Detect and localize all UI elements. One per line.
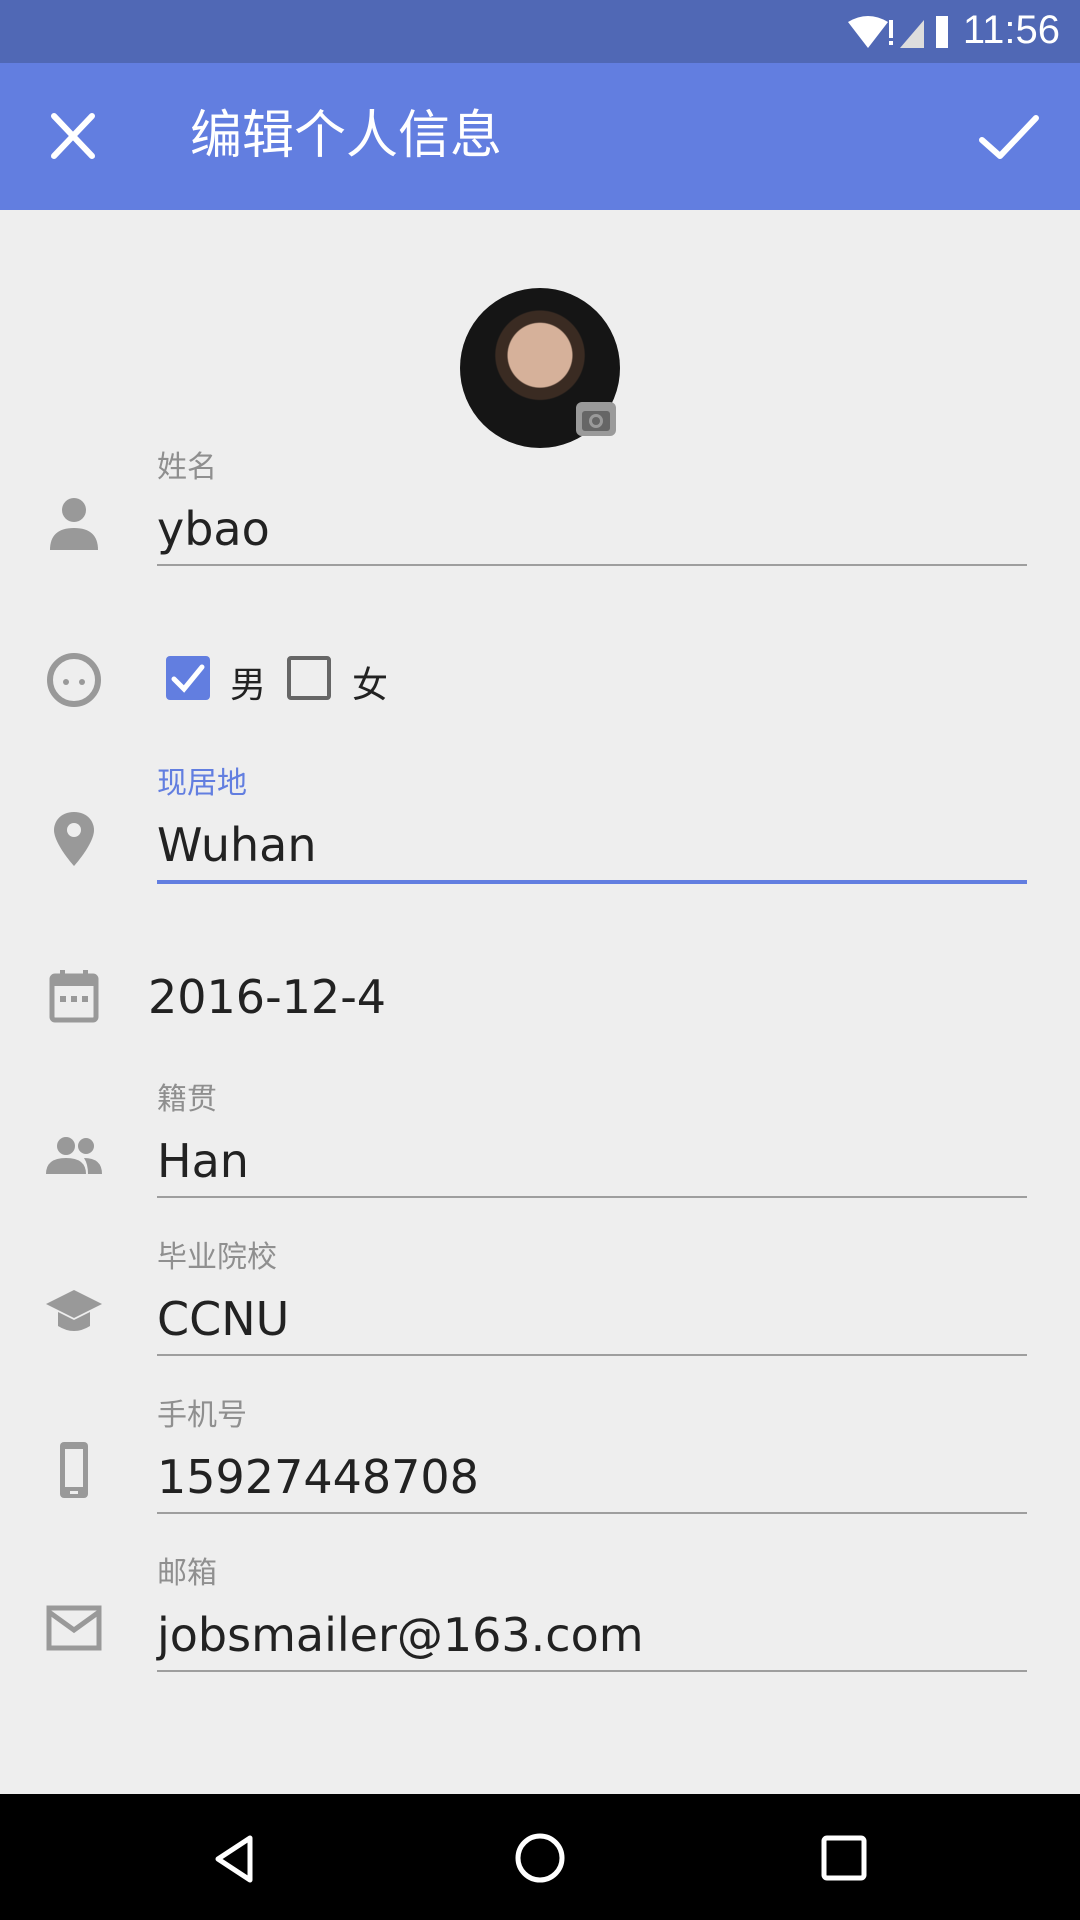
check-mark-icon bbox=[171, 664, 205, 693]
ethnicity-field[interactable]: Han bbox=[157, 1134, 249, 1188]
back-icon[interactable] bbox=[210, 1834, 260, 1884]
school-label: 毕业院校 bbox=[157, 1240, 277, 1275]
school-field[interactable]: CCNU bbox=[157, 1292, 289, 1346]
status-bar: 11:56 bbox=[0, 0, 1080, 63]
ethnicity-underline bbox=[157, 1196, 1027, 1198]
school-underline bbox=[157, 1354, 1027, 1356]
birthday-field[interactable]: 2016-12-4 bbox=[148, 970, 386, 1024]
name-underline bbox=[157, 564, 1027, 566]
close-icon[interactable] bbox=[46, 112, 100, 160]
calendar-icon bbox=[49, 970, 99, 1023]
page-title: 编辑个人信息 bbox=[190, 106, 503, 166]
check-icon[interactable] bbox=[978, 112, 1040, 162]
person-icon bbox=[50, 498, 98, 550]
email-field[interactable]: jobsmailer@163.com bbox=[157, 1608, 644, 1662]
status-time: 11:56 bbox=[962, 8, 1060, 52]
camera-icon[interactable] bbox=[576, 402, 616, 436]
name-label: 姓名 bbox=[157, 450, 217, 485]
mail-icon bbox=[46, 1605, 102, 1651]
residence-field[interactable]: Wuhan bbox=[157, 818, 317, 872]
system-nav-bar bbox=[0, 1794, 1080, 1920]
female-checkbox[interactable] bbox=[287, 656, 331, 700]
location-icon bbox=[54, 812, 94, 866]
phone-underline bbox=[157, 1512, 1027, 1514]
signal-icons bbox=[848, 16, 948, 48]
male-label: 男 bbox=[230, 665, 267, 706]
phone-label: 手机号 bbox=[157, 1398, 247, 1433]
name-field[interactable]: ybao bbox=[157, 502, 270, 556]
ethnicity-label: 籍贯 bbox=[157, 1082, 217, 1117]
avatar[interactable] bbox=[460, 288, 620, 448]
female-label: 女 bbox=[352, 665, 389, 706]
email-underline bbox=[157, 1670, 1027, 1672]
phone-icon bbox=[60, 1442, 88, 1498]
home-icon[interactable] bbox=[514, 1832, 566, 1884]
school-icon bbox=[46, 1290, 102, 1331]
residence-underline bbox=[157, 880, 1027, 884]
residence-label: 现居地 bbox=[157, 766, 247, 801]
male-checkbox[interactable] bbox=[166, 656, 210, 700]
app-toolbar bbox=[0, 63, 1080, 210]
phone-field[interactable]: 15927448708 bbox=[157, 1450, 479, 1504]
recents-icon[interactable] bbox=[820, 1834, 868, 1882]
group-icon bbox=[46, 1137, 102, 1174]
email-label: 邮箱 bbox=[157, 1556, 217, 1591]
face-icon bbox=[47, 653, 101, 707]
